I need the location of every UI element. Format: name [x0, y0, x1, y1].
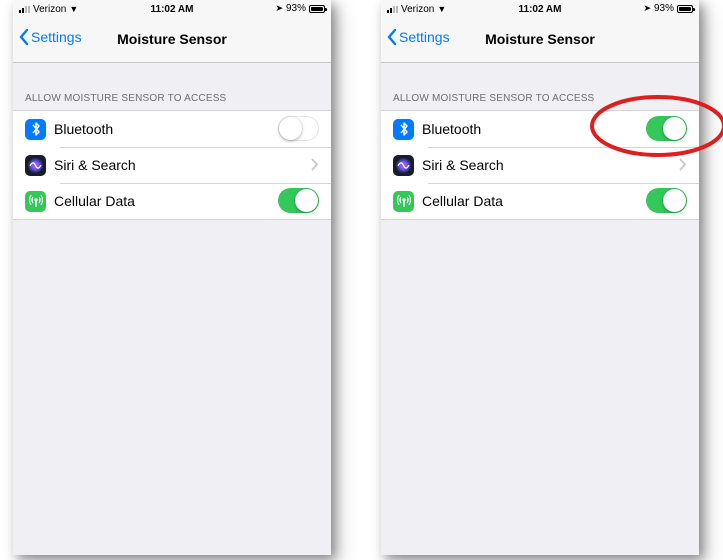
- bluetooth-toggle[interactable]: [278, 116, 319, 141]
- cellular-data-toggle[interactable]: [646, 188, 687, 213]
- row-label: Cellular Data: [422, 193, 503, 209]
- page-title: Moisture Sensor: [117, 31, 227, 47]
- chevron-right-icon: [311, 158, 319, 171]
- row-label: Siri & Search: [422, 157, 504, 173]
- section-header: ALLOW MOISTURE SENSOR TO ACCESS: [393, 93, 595, 104]
- status-bar: Verizon ▼ 11:02 AM ➤ 93%: [13, 0, 331, 20]
- siri-icon: [393, 154, 414, 176]
- row-siri-search[interactable]: Siri & Search: [13, 147, 331, 183]
- row-label: Bluetooth: [422, 121, 482, 137]
- nav-bar: Settings Moisture Sensor: [381, 20, 699, 63]
- bluetooth-icon: [25, 118, 46, 140]
- chevron-right-icon: [679, 158, 687, 171]
- page-title: Moisture Sensor: [485, 31, 595, 47]
- battery-icon: [309, 4, 327, 13]
- battery-icon: [677, 4, 695, 13]
- screenshot-before: Verizon ▼ 11:02 AM ➤ 93% Settings Moistu…: [13, 0, 331, 555]
- battery-percent: 93%: [653, 3, 674, 14]
- row-label: Cellular Data: [54, 193, 135, 209]
- cellular-icon: [393, 190, 414, 212]
- row-cellular-data[interactable]: Cellular Data: [381, 183, 699, 219]
- siri-icon: [25, 154, 46, 176]
- battery-percent: 93%: [285, 3, 306, 14]
- highlight-circle: [590, 95, 723, 157]
- row-label: Bluetooth: [54, 121, 114, 137]
- bluetooth-icon: [393, 118, 414, 140]
- screenshot-after: Verizon ▼ 11:02 AM ➤ 93% Settings Moistu…: [381, 0, 699, 555]
- row-label: Siri & Search: [54, 157, 136, 173]
- row-cellular-data[interactable]: Cellular Data: [13, 183, 331, 219]
- cellular-icon: [25, 190, 46, 212]
- row-bluetooth[interactable]: Bluetooth: [13, 111, 331, 147]
- nav-bar: Settings Moisture Sensor: [13, 20, 331, 63]
- cellular-data-toggle[interactable]: [278, 188, 319, 213]
- location-icon: ➤: [643, 3, 651, 13]
- section-header: ALLOW MOISTURE SENSOR TO ACCESS: [25, 93, 227, 104]
- location-icon: ➤: [275, 3, 283, 13]
- settings-list: Bluetooth Siri & Search Cellular Data: [13, 110, 331, 220]
- status-bar: Verizon ▼ 11:02 AM ➤ 93%: [381, 0, 699, 20]
